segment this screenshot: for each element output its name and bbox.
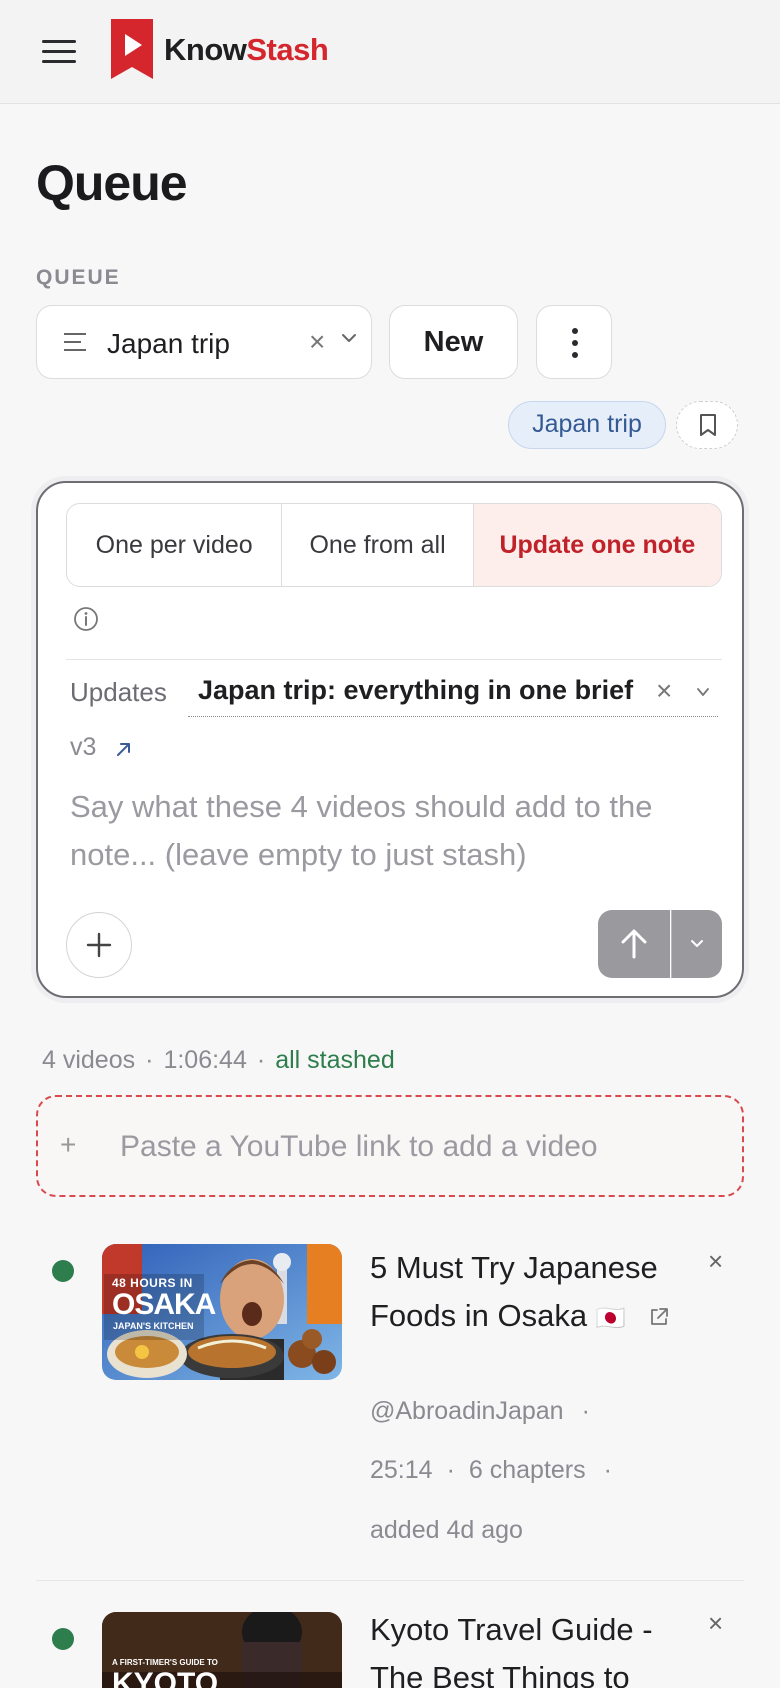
brand-name: KnowStash [164,32,329,67]
external-link-icon[interactable] [648,1306,670,1328]
video-title: Kyoto Travel Guide - The Best Things to [370,1612,653,1688]
send-options-button[interactable] [671,910,722,978]
plus-icon [86,932,112,958]
thumbnail-caption-sub: JAPAN'S KITCHEN [113,1321,194,1331]
video-item: A FIRST-TIMER'S GUIDE TO KYOTO Kyoto Tra… [36,1596,744,1688]
mode-one-per-video[interactable]: One per video [67,504,283,586]
stashed-status-dot [52,1628,74,1650]
video-duration: 25:14 [370,1456,433,1484]
page-title: Queue [36,155,188,211]
video-title: 5 Must Try Japanese Foods in Osaka 🇯🇵 [370,1244,690,1343]
queue-stats: 4 videos · 1:06:44 · all stashed [42,1046,395,1075]
thumbnail-caption-top: A FIRST-TIMER'S GUIDE TO [112,1658,218,1667]
separator: · [603,1456,612,1484]
separator: · [581,1397,590,1425]
chevron-down-icon[interactable] [696,685,710,699]
remove-video-button[interactable]: × [708,1608,723,1639]
info-icon[interactable] [73,606,99,632]
divider [66,659,722,660]
queue-section-label: QUEUE [36,266,121,289]
tag-chip-japan-trip[interactable]: Japan trip [508,401,666,449]
stash-status: all stashed [275,1046,395,1074]
send-button[interactable] [598,910,670,978]
separator: · [256,1046,266,1074]
total-duration: 1:06:44 [163,1046,247,1074]
remove-video-button[interactable]: × [708,1246,723,1277]
video-duration-row: 25:14 · 6 chapters · [370,1456,612,1485]
mode-segmented-control: One per video One from all Update one no… [66,503,722,587]
composer-card: One per video One from all Update one no… [36,481,744,998]
video-count: 4 videos [42,1046,136,1074]
list-icon [64,333,86,357]
knowstash-logo-icon [111,19,153,79]
chevron-down-icon [691,940,703,947]
target-note-value: Japan trip: everything in one brief [198,675,634,705]
paste-link-box[interactable]: + [36,1095,744,1197]
video-channel-row: @AbroadinJapan · [370,1397,590,1426]
divider [36,1580,744,1581]
japan-flag: 🇯🇵 [595,1305,626,1332]
mode-update-one-note[interactable]: Update one note [473,504,721,586]
note-instructions-input[interactable] [70,783,720,893]
video-thumbnail[interactable]: A FIRST-TIMER'S GUIDE TO KYOTO [102,1612,342,1688]
thumbnail-caption-main: KYOTO [112,1667,219,1688]
video-added: added 4d ago [370,1516,523,1544]
queue-select[interactable]: Japan trip × [36,305,372,379]
mode-one-from-all[interactable]: One from all [282,504,474,586]
arrow-up-icon [621,929,647,959]
thumbnail-caption-main: OSAKA [112,1288,216,1321]
channel-name[interactable]: @AbroadinJapan [370,1397,564,1425]
chevron-down-icon[interactable] [341,330,357,346]
separator: · [446,1456,455,1484]
clear-note-icon[interactable]: × [656,675,672,707]
add-tag-button[interactable] [676,401,738,449]
stashed-status-dot [52,1260,74,1282]
clear-queue-icon[interactable]: × [309,326,325,358]
queue-select-value: Japan trip [107,328,230,359]
target-note-picker[interactable]: Japan trip: everything in one brief × [188,673,718,717]
plus-icon: + [60,1129,77,1160]
video-item: 48 HOURS IN OSAKA JAPAN'S KITCHEN 5 Must… [36,1230,744,1580]
note-version: v3 [70,733,97,761]
add-attachment-button[interactable] [66,912,132,978]
video-chapters: 6 chapters [468,1456,586,1484]
youtube-link-input[interactable] [120,1123,720,1171]
bookmark-icon [700,414,716,436]
open-note-arrow-icon[interactable] [113,738,135,760]
video-thumbnail[interactable]: 48 HOURS IN OSAKA JAPAN'S KITCHEN [102,1244,342,1380]
menu-icon[interactable] [42,40,76,66]
top-bar: KnowStash [0,0,780,104]
updates-label: Updates [70,677,167,707]
more-options-button[interactable] [536,305,612,379]
separator: · [145,1046,154,1074]
new-queue-button[interactable]: New [389,305,518,379]
